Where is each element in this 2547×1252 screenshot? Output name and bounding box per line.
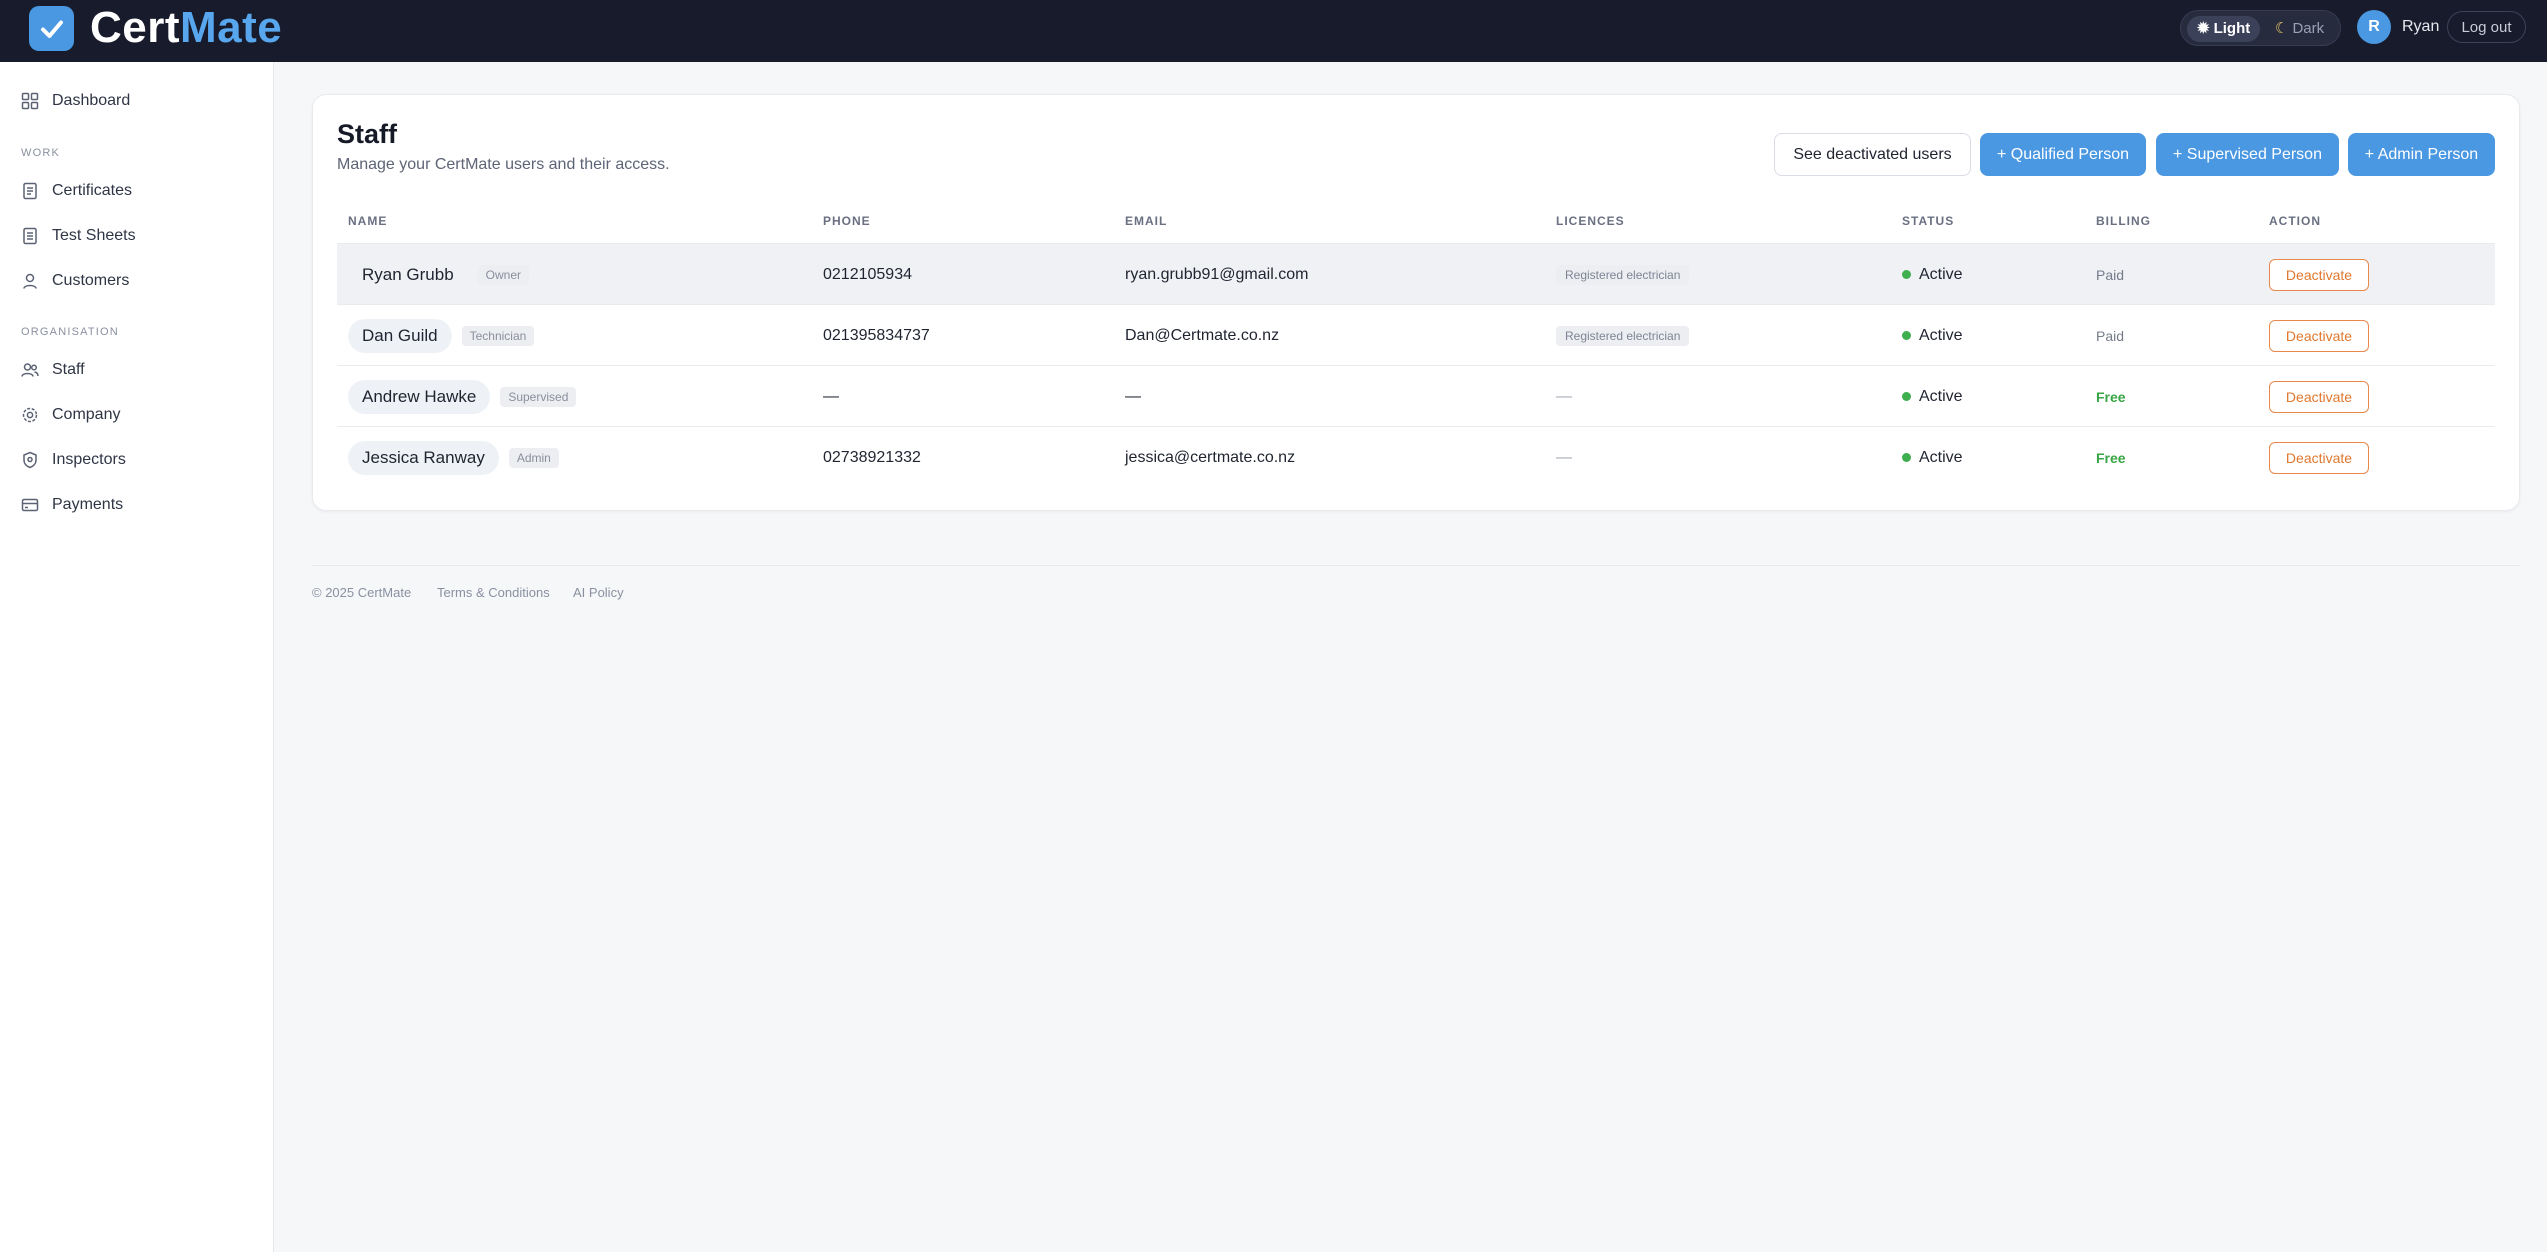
role-badge: Supervised bbox=[500, 386, 577, 407]
sidebar-item-test-sheets[interactable]: Test Sheets bbox=[20, 221, 136, 251]
user-name: Ryan bbox=[2402, 18, 2440, 35]
sidebar-item-customers[interactable]: Customers bbox=[20, 266, 129, 296]
licence-empty: — bbox=[1556, 387, 1572, 405]
column-header-email: EMAIL bbox=[1125, 214, 1168, 228]
sidebar-item-inspectors[interactable]: Inspectors bbox=[20, 445, 126, 475]
status-text: Active bbox=[1919, 448, 1963, 466]
add-qualified-person-button[interactable]: + Qualified Person bbox=[1980, 133, 2146, 176]
staff-phone: 021395834737 bbox=[823, 326, 930, 344]
logout-button[interactable]: Log out bbox=[2447, 11, 2526, 43]
billing-status: Free bbox=[2096, 388, 2126, 405]
sidebar-section-organisation: ORGANISATION bbox=[21, 326, 119, 338]
top-bar: CertMate ✹ Light ☾ Dark R Ryan Log out bbox=[0, 0, 2547, 62]
licence-badge: Registered electrician bbox=[1556, 325, 1690, 346]
deactivate-button[interactable]: Deactivate bbox=[2269, 319, 2369, 352]
staff-name[interactable]: Jessica Ranway bbox=[348, 440, 499, 475]
staff-phone: 02738921332 bbox=[823, 448, 921, 466]
staff-email: jessica@certmate.co.nz bbox=[1125, 448, 1296, 466]
status-dot-icon bbox=[1902, 331, 1911, 340]
staff-email: Dan@Certmate.co.nz bbox=[1125, 326, 1280, 344]
billing-status: Paid bbox=[2096, 266, 2125, 283]
add-supervised-person-button[interactable]: + Supervised Person bbox=[2156, 133, 2339, 176]
role-badge: Owner bbox=[477, 264, 530, 285]
column-header-billing: BILLING bbox=[2096, 214, 2151, 228]
status-dot-icon bbox=[1902, 392, 1911, 401]
table-row: Andrew Hawke Supervised — — — Active Fre… bbox=[337, 365, 2495, 426]
table-row: Ryan Grubb Owner 0212105934 ryan.grubb91… bbox=[337, 243, 2495, 304]
theme-toggle: ✹ Light ☾ Dark bbox=[2180, 10, 2341, 46]
status-text: Active bbox=[1919, 387, 1963, 405]
staff-email: — bbox=[1125, 387, 1141, 405]
user-icon bbox=[20, 271, 40, 291]
status-text: Active bbox=[1919, 326, 1963, 344]
staff-name[interactable]: Ryan Grubb bbox=[348, 258, 468, 292]
grid-icon bbox=[20, 91, 40, 111]
page-title: Staff bbox=[337, 119, 397, 149]
sun-icon: ✹ bbox=[2197, 20, 2210, 37]
logo-check-icon[interactable] bbox=[29, 6, 74, 51]
column-header-action: ACTION bbox=[2269, 214, 2321, 228]
staff-email: ryan.grubb91@gmail.com bbox=[1125, 265, 1309, 283]
role-badge: Technician bbox=[461, 325, 535, 346]
billing-status: Paid bbox=[2096, 327, 2125, 344]
user-avatar[interactable]: R bbox=[2357, 10, 2391, 44]
status-dot-icon bbox=[1902, 270, 1911, 279]
footer-divider bbox=[312, 565, 2520, 566]
licence-empty: — bbox=[1556, 448, 1572, 466]
app-logo-text[interactable]: CertMate bbox=[90, 2, 282, 54]
deactivate-button[interactable]: Deactivate bbox=[2269, 258, 2369, 291]
licence-badge: Registered electrician bbox=[1556, 264, 1690, 285]
column-header-licences: LICENCES bbox=[1556, 214, 1625, 228]
shield-icon bbox=[20, 450, 40, 470]
moon-icon: ☾ bbox=[2275, 20, 2289, 37]
gear-icon bbox=[20, 405, 40, 425]
clipboard-icon bbox=[20, 226, 40, 246]
card-icon bbox=[20, 495, 40, 515]
see-deactivated-users-button[interactable]: See deactivated users bbox=[1774, 133, 1971, 176]
document-icon bbox=[20, 181, 40, 201]
staff-name[interactable]: Dan Guild bbox=[348, 318, 452, 353]
footer-ai-policy-link[interactable]: AI Policy bbox=[573, 585, 624, 600]
role-badge: Admin bbox=[508, 447, 559, 468]
theme-dark-button[interactable]: ☾ Dark bbox=[2265, 16, 2334, 42]
footer-copyright: © 2025 CertMate bbox=[312, 585, 412, 600]
sidebar-item-staff[interactable]: Staff bbox=[20, 355, 85, 385]
staff-phone: 0212105934 bbox=[823, 265, 912, 283]
sidebar-item-company[interactable]: Company bbox=[20, 400, 120, 430]
footer-terms-link[interactable]: Terms & Conditions bbox=[437, 585, 550, 600]
deactivate-button[interactable]: Deactivate bbox=[2269, 380, 2369, 413]
sidebar-item-payments[interactable]: Payments bbox=[20, 490, 123, 520]
theme-light-button[interactable]: ✹ Light bbox=[2187, 16, 2261, 42]
column-header-name: NAME bbox=[348, 214, 388, 228]
column-header-status: STATUS bbox=[1902, 214, 1955, 228]
column-header-phone: PHONE bbox=[823, 214, 871, 228]
deactivate-button[interactable]: Deactivate bbox=[2269, 441, 2369, 474]
status-dot-icon bbox=[1902, 453, 1911, 462]
status-text: Active bbox=[1919, 265, 1963, 283]
table-row: Jessica Ranway Admin 02738921332 jessica… bbox=[337, 426, 2495, 487]
users-icon bbox=[20, 360, 40, 380]
sidebar-section-work: WORK bbox=[21, 147, 61, 159]
page-subtitle: Manage your CertMate users and their acc… bbox=[337, 156, 670, 173]
staff-phone: — bbox=[823, 387, 839, 405]
staff-name[interactable]: Andrew Hawke bbox=[348, 379, 491, 414]
add-admin-person-button[interactable]: + Admin Person bbox=[2348, 133, 2495, 176]
sidebar-item-dashboard[interactable]: Dashboard bbox=[20, 86, 130, 116]
table-row: Dan Guild Technician 021395834737 Dan@Ce… bbox=[337, 304, 2495, 365]
billing-status: Free bbox=[2096, 449, 2126, 466]
sidebar-item-certificates[interactable]: Certificates bbox=[20, 176, 132, 206]
